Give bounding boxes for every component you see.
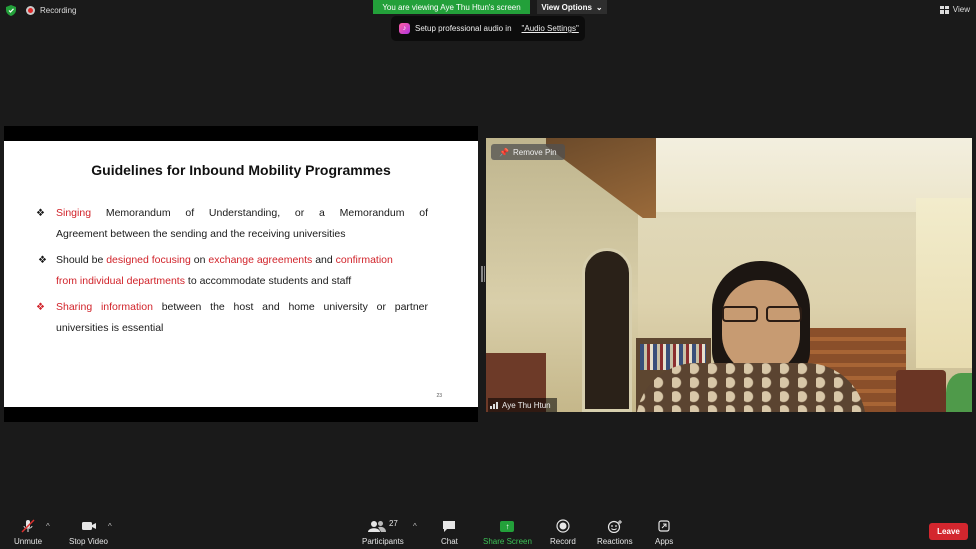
record-label: Record — [550, 537, 576, 546]
reactions-label: Reactions — [597, 537, 633, 546]
stop-video-label: Stop Video — [69, 537, 108, 546]
view-options-button[interactable]: View Options ⌄ — [537, 0, 607, 14]
bullet-highlight: from individual departments — [56, 275, 185, 287]
record-button[interactable]: Record — [550, 519, 576, 546]
bullet-highlight: Sharing information — [56, 301, 153, 313]
diamond-bullet-icon: ❖ — [36, 208, 45, 219]
share-screen-label: Share Screen — [483, 537, 532, 546]
background-chair — [896, 370, 946, 412]
apps-button[interactable]: Apps — [655, 519, 673, 546]
bullet-line: from individual departments to accommoda… — [56, 271, 428, 292]
apps-icon — [658, 520, 670, 532]
remove-pin-button[interactable]: 📌 Remove Pin — [491, 144, 565, 160]
participant-face — [722, 280, 800, 374]
apps-label: Apps — [655, 537, 674, 546]
background-doorway — [582, 248, 632, 412]
remove-pin-label: Remove Pin — [512, 147, 557, 157]
panel-resize-handle[interactable] — [481, 266, 484, 282]
share-screen-arrow-icon: ↑ — [500, 520, 515, 532]
connection-signal-icon — [490, 401, 498, 409]
bullet-text: between the host and home university or … — [152, 301, 428, 313]
bullet-highlight: exchange agreements — [208, 254, 313, 266]
video-options-caret-icon[interactable]: ^ — [108, 522, 112, 531]
audio-settings-tooltip: ♪ Setup professional audio in "Audio Set… — [391, 16, 585, 41]
audio-settings-link[interactable]: "Audio Settings" — [522, 24, 579, 33]
bullet-text: Should be — [56, 254, 107, 266]
unmute-button[interactable]: Unmute — [14, 519, 42, 546]
participants-icon-group: 27 — [367, 519, 398, 533]
bullet-line: Sharing information between the host and… — [56, 297, 428, 318]
bullet-line: Singing Memorandum of Understanding, or … — [56, 203, 428, 224]
recording-label: Recording — [40, 6, 77, 15]
chevron-down-icon: ⌄ — [595, 2, 603, 12]
bullet-line: Should be designed focusing on exchange … — [56, 250, 428, 271]
audio-options-caret-icon[interactable]: ^ — [46, 522, 50, 531]
bullet-text: and — [312, 254, 336, 266]
viewing-screen-banner: You are viewing Aye Thu Htun's screen — [373, 0, 530, 14]
participants-icon — [367, 521, 386, 532]
slide-page-number: 23 — [436, 393, 442, 399]
record-icon — [556, 519, 570, 533]
bullet-text: Memorandum of Understanding, or a Memora… — [91, 207, 428, 219]
participants-count: 27 — [388, 519, 398, 528]
share-screen-button[interactable]: ↑ Share Screen — [483, 519, 532, 546]
shared-screen: Guidelines for Inbound Mobility Programm… — [4, 126, 478, 422]
bullet-highlight: Singing — [56, 207, 92, 219]
view-layout-label: View — [952, 5, 970, 14]
participant-glasses — [722, 306, 802, 322]
bullet-line: universities is essential — [56, 322, 164, 334]
participants-button[interactable]: 27 Participants — [362, 519, 404, 546]
participant-name-tag: Aye Thu Htun — [488, 398, 557, 412]
participants-label: Participants — [362, 537, 404, 546]
recording-indicator[interactable]: Recording — [26, 6, 76, 15]
grid-view-icon — [939, 5, 949, 14]
leave-button[interactable]: Leave — [929, 523, 968, 540]
reactions-button[interactable]: Reactions — [597, 519, 633, 546]
pin-icon: 📌 — [499, 147, 509, 157]
participant-video-tile[interactable]: 📌 Remove Pin Aye Thu Htun — [486, 138, 972, 412]
music-note-icon: ♪ — [399, 23, 410, 34]
unmute-label: Unmute — [14, 537, 43, 546]
bullet-line: Agreement between the sending and the re… — [56, 228, 346, 240]
bullet-highlight: designed focusing — [106, 254, 191, 266]
audio-tip-text: Setup professional audio in — [415, 24, 512, 33]
background-plant — [946, 373, 972, 412]
muted-microphone-icon — [21, 519, 35, 533]
reactions-smiley-icon — [607, 520, 622, 533]
chat-bubble-icon — [443, 521, 456, 532]
background-window — [916, 198, 972, 368]
diamond-bullet-icon: ❖ — [36, 302, 45, 313]
diamond-bullet-icon: ❖ — [38, 255, 47, 266]
stop-video-button[interactable]: Stop Video — [69, 519, 108, 546]
security-shield-icon[interactable] — [6, 5, 16, 16]
slide-bullet: ❖ Should be designed focusing on exchang… — [38, 250, 428, 292]
slide-bullet: ❖ Sharing information between the host a… — [36, 297, 428, 339]
slide-title: Guidelines for Inbound Mobility Programm… — [91, 162, 391, 178]
view-options-label: View Options — [541, 2, 592, 12]
recording-icon — [26, 6, 35, 15]
bullet-highlight: confirmation — [335, 254, 393, 266]
participant-body — [636, 363, 866, 412]
participant-name: Aye Thu Htun — [502, 400, 551, 410]
view-layout-button[interactable]: View — [939, 5, 970, 14]
slide-bullet: ❖ Singing Memorandum of Understanding, o… — [36, 203, 428, 245]
presentation-slide: Guidelines for Inbound Mobility Programm… — [4, 141, 478, 407]
chat-button[interactable]: Chat — [441, 519, 458, 546]
bullet-text: to accommodate students and staff — [184, 275, 352, 287]
chat-label: Chat — [441, 537, 458, 546]
participants-options-caret-icon[interactable]: ^ — [413, 522, 417, 531]
meeting-status: Recording — [6, 5, 76, 16]
video-camera-icon — [81, 522, 96, 530]
bullet-text: on — [190, 254, 209, 266]
